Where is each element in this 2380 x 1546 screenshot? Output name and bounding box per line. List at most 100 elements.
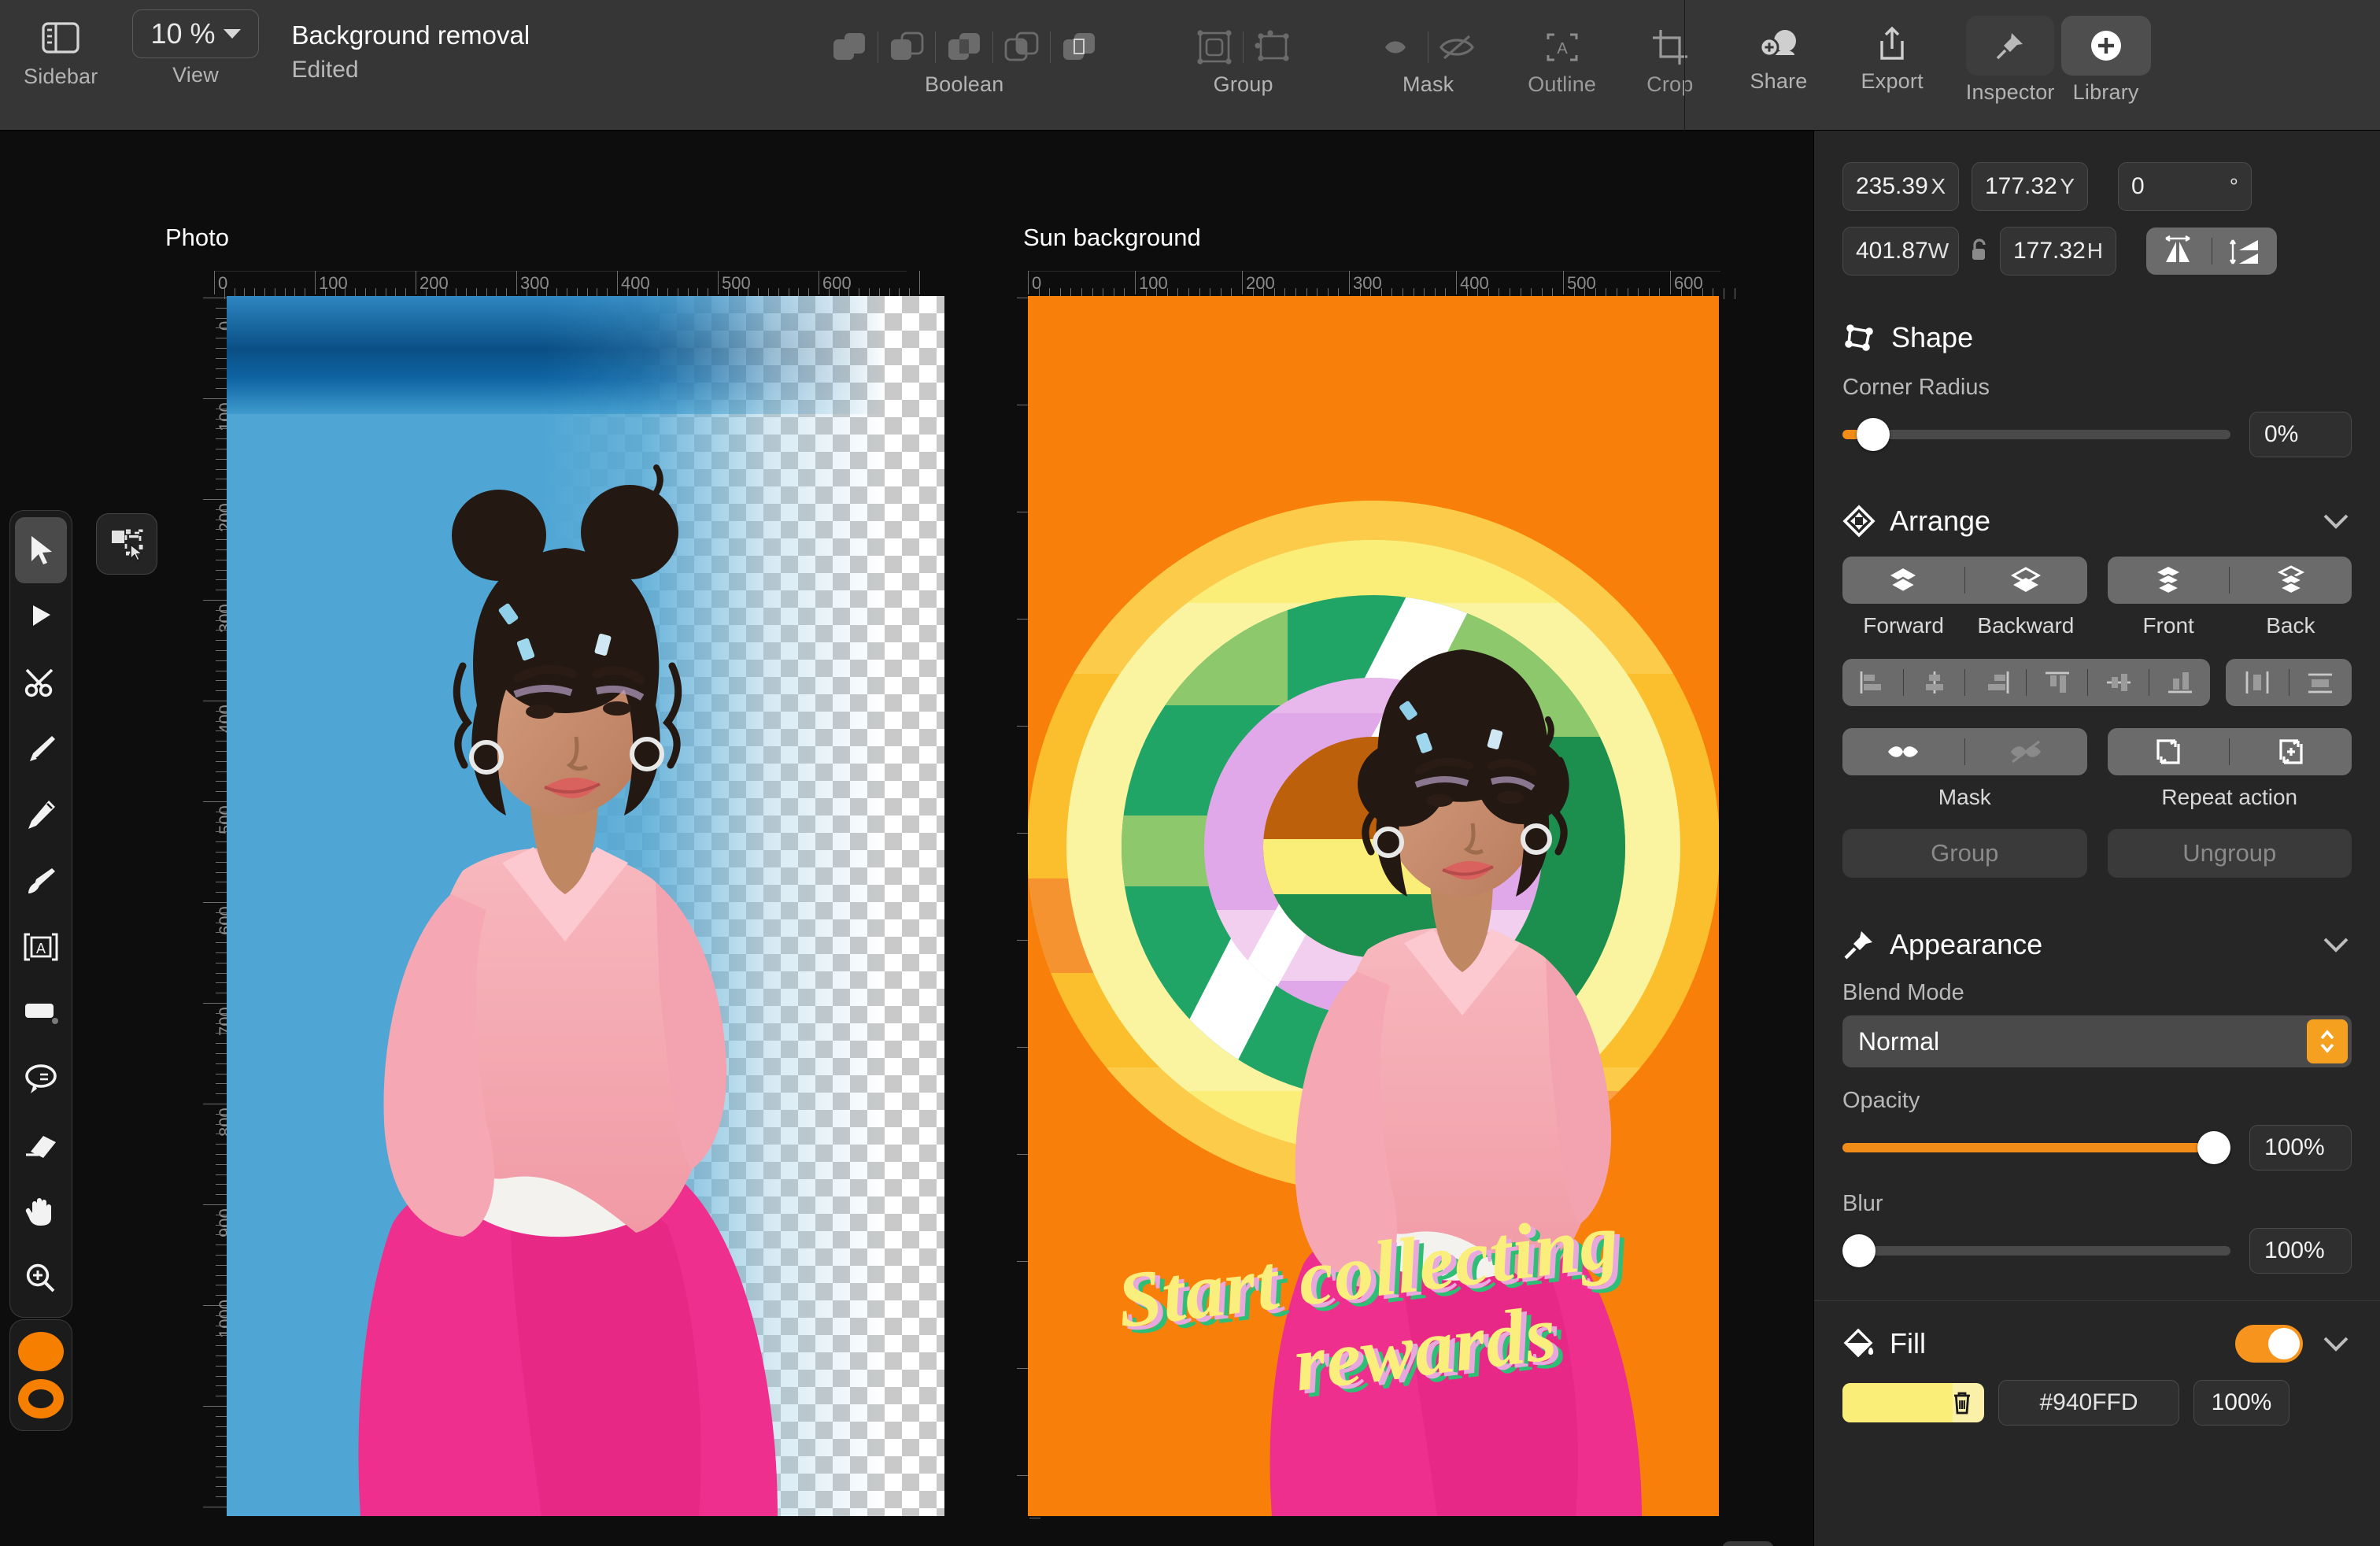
- pen-tool[interactable]: [15, 716, 67, 782]
- chevron-down-icon[interactable]: [2320, 934, 2352, 955]
- artboard-photo[interactable]: [227, 296, 944, 1516]
- opacity-slider[interactable]: [1842, 1131, 2230, 1164]
- blur-slider[interactable]: [1842, 1234, 2230, 1267]
- opacity-value[interactable]: 100%: [2249, 1125, 2352, 1171]
- library-toggle[interactable]: Library: [2060, 16, 2151, 105]
- mask-repeat-row: Mask Repeat action: [1814, 728, 2380, 810]
- width-field[interactable]: 401.87 W: [1842, 227, 1959, 276]
- pencil-tool[interactable]: [15, 782, 67, 848]
- zoom-tool[interactable]: [15, 1245, 67, 1311]
- brush-tool[interactable]: [15, 848, 67, 914]
- group-icons: [1194, 27, 1292, 68]
- repeat-add-button[interactable]: [2230, 738, 2352, 766]
- select-tool[interactable]: [15, 517, 67, 583]
- align-left-icon[interactable]: [1842, 670, 1903, 695]
- ungroup-icon[interactable]: [1251, 27, 1292, 68]
- align-right-icon[interactable]: [1965, 670, 2026, 695]
- width-unit: W: [1927, 239, 1949, 263]
- library-button[interactable]: [2060, 16, 2151, 76]
- scissors-tool[interactable]: [15, 649, 67, 716]
- inspector-panel[interactable]: 235.39 X 177.32 Y 0 ° 401.87 W 177.32 H …: [1813, 131, 2380, 1546]
- help-button[interactable]: ?: [1722, 1541, 1774, 1546]
- lock-aspect-icon[interactable]: [1968, 238, 1990, 264]
- chevron-down-icon[interactable]: [2320, 1333, 2352, 1354]
- fill-toggle[interactable]: [2235, 1325, 2303, 1363]
- align-top-icon[interactable]: [2027, 670, 2087, 695]
- fill-hex-field[interactable]: #940FFD: [1998, 1380, 2179, 1426]
- blend-mode-select[interactable]: Normal: [1842, 1015, 2352, 1067]
- toggle-knob: [2268, 1328, 2300, 1359]
- share-button[interactable]: Share: [1750, 24, 1807, 94]
- flip-horizontal-icon[interactable]: [2160, 235, 2196, 267]
- arrange-section-header[interactable]: Arrange: [1814, 505, 2380, 538]
- text-tool[interactable]: A: [15, 914, 67, 980]
- corner-radius-slider[interactable]: [1842, 418, 2230, 451]
- x-value: 235.39: [1856, 173, 1928, 199]
- slider-knob[interactable]: [1857, 418, 1890, 451]
- boolean-intersect-icon[interactable]: [944, 27, 985, 68]
- artboard-sun-background[interactable]: Start collecting rewards: [1028, 296, 1719, 1516]
- eraser-tool[interactable]: [15, 1112, 67, 1178]
- blur-value[interactable]: 100%: [2249, 1228, 2352, 1274]
- chevron-down-icon[interactable]: [2320, 511, 2352, 531]
- send-backward-button[interactable]: [1965, 565, 2087, 595]
- boolean-difference-icon[interactable]: [1001, 27, 1042, 68]
- fill-color-swatch[interactable]: [18, 1332, 64, 1371]
- corner-radius-value[interactable]: 0%: [2249, 412, 2352, 457]
- smart-select-tool[interactable]: [96, 513, 157, 575]
- send-to-back-button[interactable]: [2230, 565, 2352, 595]
- hand-tool[interactable]: [15, 1178, 67, 1245]
- stepper-icon[interactable]: [2307, 1019, 2348, 1063]
- view-zoom-control[interactable]: 10 % View: [132, 9, 259, 87]
- stroke-color-swatch[interactable]: [18, 1379, 64, 1418]
- mask-icon[interactable]: [1379, 27, 1420, 68]
- rotation-value: 0: [2131, 173, 2145, 199]
- slider-knob[interactable]: [1842, 1234, 1876, 1267]
- appearance-icon: [1842, 928, 1876, 961]
- bring-to-front-button[interactable]: [2108, 565, 2230, 595]
- toolbar: Sidebar 10 % View Background removal Edi…: [0, 0, 2380, 131]
- width-value: 401.87: [1856, 238, 1928, 264]
- group-icon[interactable]: [1194, 27, 1235, 68]
- lasso-tool[interactable]: [15, 1046, 67, 1112]
- distribute-horizontal-icon[interactable]: [2226, 670, 2289, 695]
- fill-color-swatch[interactable]: [1842, 1383, 1984, 1422]
- node-tool[interactable]: [15, 583, 67, 649]
- boolean-subtract-icon[interactable]: [886, 27, 927, 68]
- align-row: [1814, 659, 2380, 706]
- slider-knob[interactable]: [2197, 1131, 2230, 1164]
- zoom-dropdown[interactable]: 10 %: [132, 9, 259, 58]
- flip-vertical-icon[interactable]: [2228, 235, 2264, 267]
- boolean-divide-icon[interactable]: [1059, 27, 1099, 68]
- y-field[interactable]: 177.32 Y: [1972, 162, 2088, 211]
- repeat-action-button[interactable]: [2108, 738, 2230, 766]
- rotation-field[interactable]: 0 °: [2118, 162, 2252, 211]
- bring-forward-button[interactable]: [1842, 565, 1964, 595]
- canvas-area[interactable]: Photo 0 100 200 300 400 500 600 0 100 200 3…: [0, 131, 1813, 1546]
- height-field[interactable]: 177.32 H: [2000, 227, 2116, 276]
- align-bottom-icon[interactable]: [2149, 670, 2210, 695]
- align-center-h-icon[interactable]: [1904, 670, 1964, 695]
- fill-section-header[interactable]: Fill: [1814, 1325, 2380, 1363]
- ungroup-button[interactable]: Ungroup: [2107, 829, 2352, 878]
- fill-opacity-value[interactable]: 100%: [2193, 1380, 2289, 1426]
- distribute-vertical-icon[interactable]: [2289, 670, 2352, 695]
- boolean-union-icon[interactable]: [829, 27, 870, 68]
- group-button[interactable]: Group: [1842, 829, 2087, 878]
- sidebar-toggle[interactable]: Sidebar: [24, 16, 98, 89]
- x-field[interactable]: 235.39 X: [1842, 162, 1959, 211]
- inspector-button[interactable]: [1966, 16, 2055, 76]
- apply-mask-button[interactable]: [1842, 740, 1964, 764]
- export-button[interactable]: Export: [1861, 24, 1924, 94]
- rectangle-tool[interactable]: [15, 980, 67, 1046]
- artboard-label-photo[interactable]: Photo: [165, 224, 229, 252]
- inspector-toggle[interactable]: Inspector: [1966, 16, 2055, 105]
- align-center-v-icon[interactable]: [2088, 670, 2149, 695]
- mask-remove-icon[interactable]: [1436, 27, 1477, 68]
- artboard-label-sun[interactable]: Sun background: [1023, 224, 1201, 252]
- remove-mask-button[interactable]: [1965, 740, 2087, 764]
- crop-group[interactable]: Crop: [1646, 27, 1693, 97]
- trash-icon[interactable]: [1951, 1389, 1973, 1416]
- appearance-section-header[interactable]: Appearance: [1814, 928, 2380, 961]
- outline-group[interactable]: A Outline: [1528, 27, 1596, 97]
